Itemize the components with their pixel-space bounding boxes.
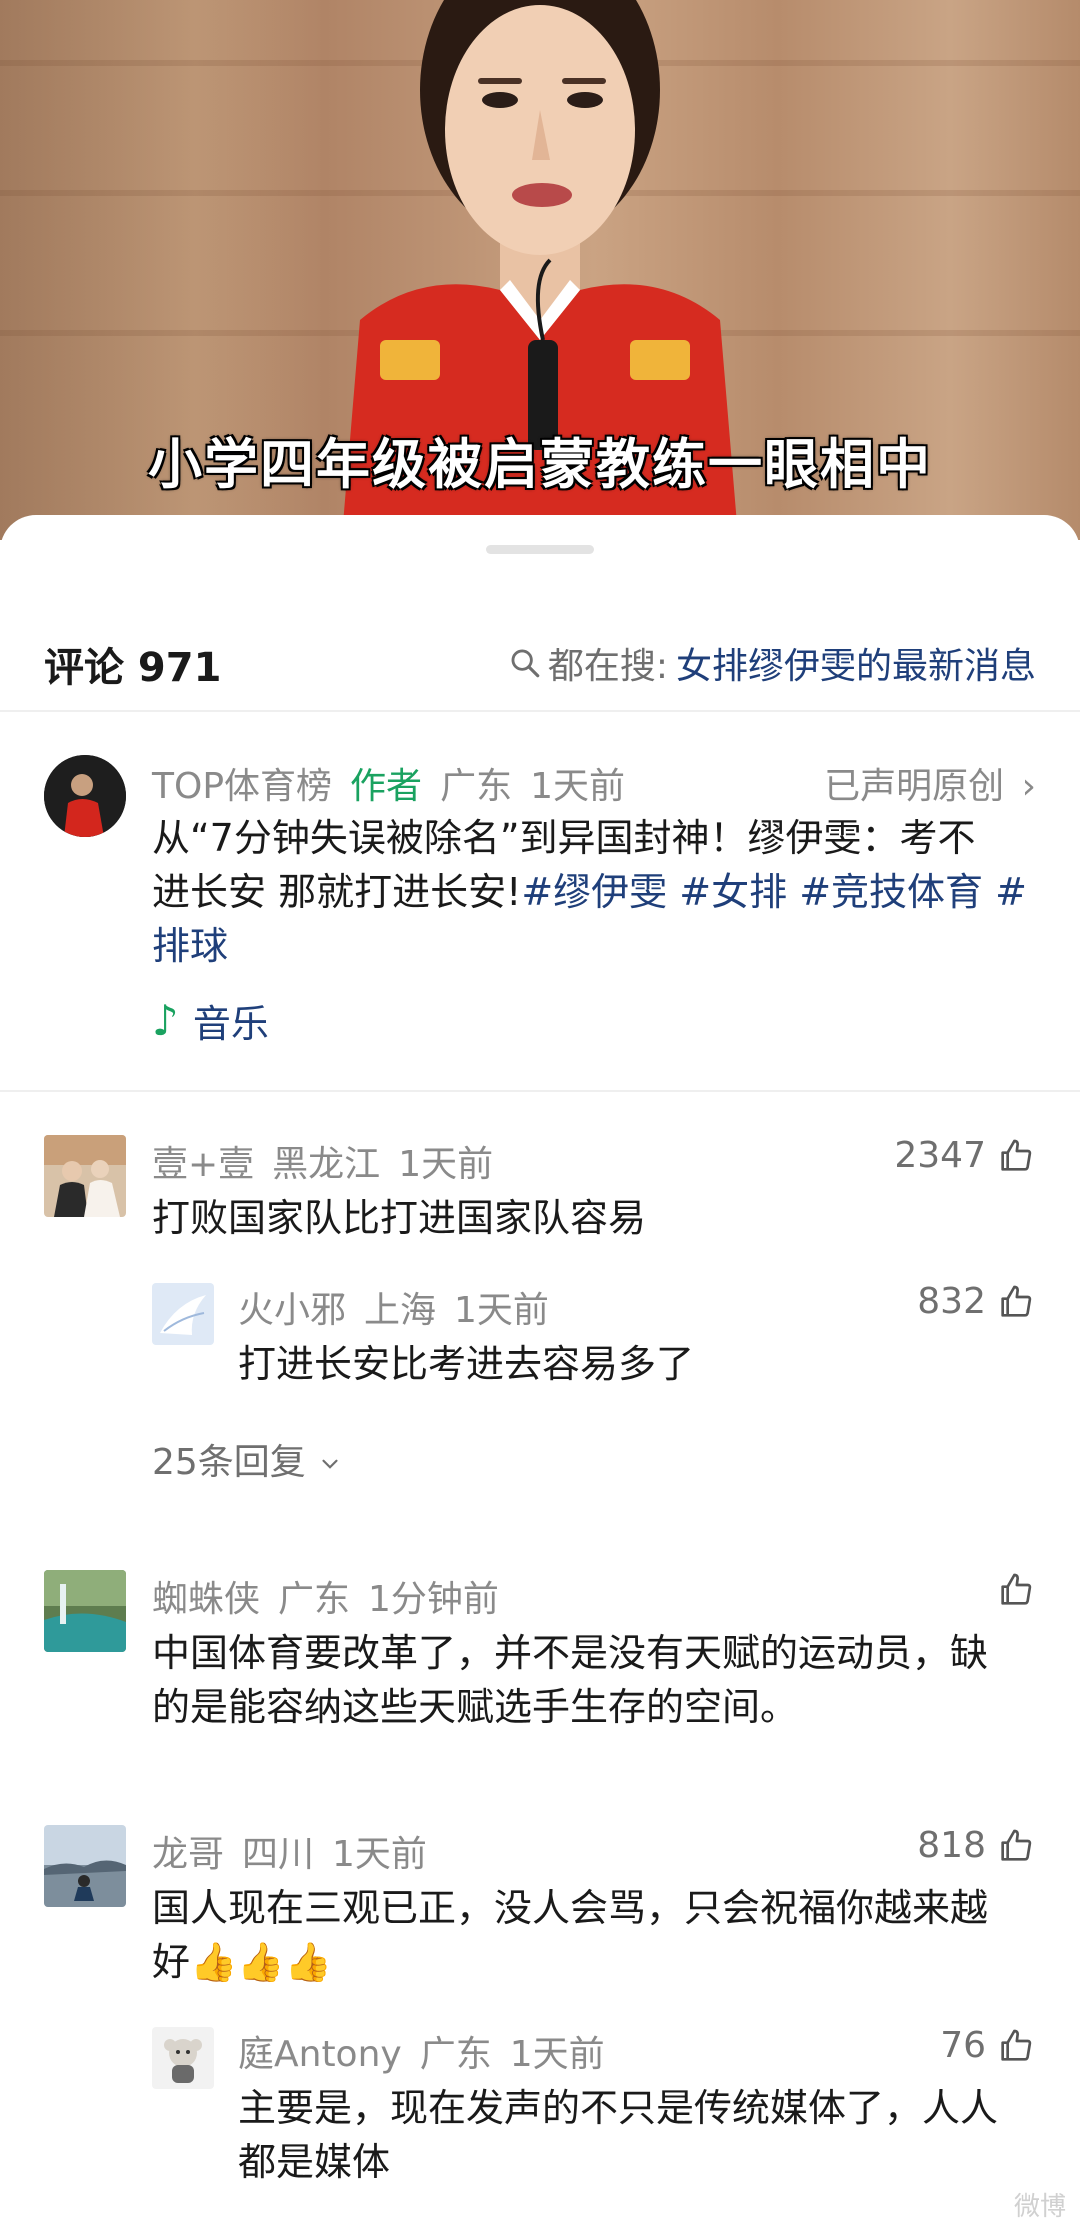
music-note-icon: ♪	[152, 996, 179, 1045]
comments-count-title: 评论 971	[44, 645, 222, 691]
thumbs-up-icon	[1001, 1829, 1032, 1861]
divider	[0, 1090, 1080, 1092]
like-button[interactable]: 832	[917, 1281, 1036, 1322]
comment-meta: 蜘蛛侠 广东 1分钟前	[152, 1570, 517, 1622]
avatar-image	[152, 2027, 214, 2089]
thumbs-up-icon	[1001, 1139, 1032, 1171]
more-replies-link[interactable]: 25条回复	[152, 1433, 343, 1485]
reply-location: 上海	[364, 1290, 437, 1331]
avatar-image	[44, 1135, 126, 1217]
comment-time: 1天前	[332, 1834, 427, 1875]
like-button[interactable]: 2347	[894, 1135, 1036, 1176]
post-text-fragment: 进长安 那就打进长安!	[152, 870, 522, 914]
reply-text: 打进长安比考进去容易多了	[238, 1342, 695, 1386]
like-count: 76	[940, 2025, 986, 2066]
commenter-avatar[interactable]	[44, 1825, 126, 1907]
reply-avatar[interactable]	[152, 2027, 214, 2089]
hashtag-link[interactable]: #	[995, 870, 1027, 914]
author-badge: 作者	[350, 766, 423, 807]
reply-time: 1天前	[509, 2034, 605, 2075]
video-player[interactable]: 小学四年级被启蒙教练一眼相中	[0, 0, 1080, 540]
reply-user-name[interactable]: 火小邪	[238, 1290, 346, 1331]
like-count: 2347	[894, 1135, 986, 1176]
chevron-right-icon: ›	[1021, 766, 1036, 807]
commenter-name[interactable]: 龙哥	[152, 1834, 224, 1875]
avatar-image	[44, 1825, 126, 1907]
thumbs-up-icon	[1001, 1285, 1032, 1317]
divider	[0, 710, 1080, 712]
video-subtitle: 小学四年级被启蒙教练一眼相中	[148, 433, 932, 496]
comment-text: 中国体育要改革了，并不是没有天赋的运动员，缺 的是能容纳这些天赋选手生存的空间。	[152, 1626, 1042, 1734]
post-text-line: 进长安 那就打进长安!#缪伊雯 #女排 #竞技体育 #	[152, 865, 1042, 919]
post-author-name[interactable]: TOP体育榜	[152, 766, 332, 807]
reply-text: 主要是，现在发声的不只是传统媒体了，人人 都是媒体	[238, 2081, 1038, 2189]
reply-time: 1天前	[454, 1290, 549, 1331]
hashtag-link[interactable]: #女排	[679, 870, 787, 914]
reply-text-line: 主要是，现在发声的不只是传统媒体了，人人	[238, 2086, 999, 2130]
comment-location: 黑龙江	[272, 1144, 381, 1185]
comment-location: 四川	[242, 1834, 315, 1875]
commenter-name[interactable]: 蜘蛛侠	[152, 1579, 260, 1620]
comment-text-line: 国人现在三观已正，没人会骂，只会祝福你越来越	[152, 1886, 989, 1930]
comment-time: 1天前	[398, 1144, 494, 1185]
reply-avatar[interactable]	[152, 1283, 214, 1345]
comment-text-line: 中国体育要改革了，并不是没有天赋的运动员，缺	[152, 1631, 989, 1675]
original-declaration-link[interactable]: 已声明原创 ›	[824, 757, 1036, 809]
reply-location: 广东	[419, 2034, 492, 2075]
author-avatar[interactable]	[44, 755, 126, 837]
commenter-name[interactable]: 壹+壹	[152, 1144, 254, 1185]
search-query: 女排缪伊雯的最新消息	[675, 646, 1036, 687]
watermark: 微博	[1013, 2192, 1066, 2222]
chevron-down-icon	[322, 1459, 338, 1469]
comment-meta: 龙哥 四川 1天前	[152, 1825, 445, 1877]
search-icon	[511, 649, 540, 678]
reply-meta: 庭Antony 广东 1天前	[238, 2025, 623, 2077]
trending-search-link[interactable]: 都在搜: 女排缪伊雯的最新消息	[508, 637, 1036, 689]
music-label: 音乐	[192, 1002, 269, 1046]
post-time: 1天前	[530, 766, 625, 807]
post-location: 广东	[440, 766, 513, 807]
reply-user-name[interactable]: 庭Antony	[238, 2034, 402, 2075]
commenter-avatar[interactable]	[44, 1135, 126, 1217]
drag-handle[interactable]	[486, 545, 594, 554]
comment-meta: 壹+壹 黑龙江 1天前	[152, 1135, 511, 1187]
like-button[interactable]: 818	[917, 1825, 1036, 1866]
like-count: 832	[917, 1281, 986, 1322]
avatar-image	[44, 755, 126, 837]
hashtag-link[interactable]: #缪伊雯	[521, 870, 667, 914]
comments-header: 评论 971 都在搜: 女排缪伊雯的最新消息	[0, 625, 1080, 705]
avatar-image	[152, 1283, 214, 1345]
post-text-line: 从“7分钟失误被除名”到异国封神！缪伊雯：考不	[152, 816, 976, 860]
post-text: 从“7分钟失误被除名”到异国封神！缪伊雯：考不 进长安 那就打进长安!#缪伊雯 …	[152, 811, 1042, 973]
comment-time: 1分钟前	[368, 1579, 499, 1620]
comment-text: 打败国家队比打进国家队容易	[152, 1196, 647, 1240]
hashtag-link[interactable]: #竞技体育	[799, 870, 983, 914]
like-count: 818	[917, 1825, 986, 1866]
like-button[interactable]	[986, 1570, 1036, 1610]
like-button[interactable]: 76	[940, 2025, 1036, 2066]
comment-text-line: 的是能容纳这些天赋选手生存的空间。	[152, 1685, 799, 1729]
thumbs-up-icon	[1001, 1573, 1032, 1605]
avatar-image	[44, 1570, 126, 1652]
reply-text-line: 都是媒体	[238, 2140, 391, 2184]
comment-text-line: 好👍👍👍	[152, 1940, 332, 1984]
comment-text: 国人现在三观已正，没人会骂，只会祝福你越来越 好👍👍👍	[152, 1881, 1042, 1989]
music-link[interactable]: ♪ 音乐	[152, 993, 269, 1048]
hashtag-link[interactable]: 排球	[152, 919, 1042, 973]
comment-location: 广东	[278, 1579, 351, 1620]
reply-meta: 火小邪 上海 1天前	[238, 1281, 567, 1333]
search-prefix: 都在搜:	[547, 646, 668, 687]
original-label: 已声明原创	[824, 766, 1005, 807]
post-meta: TOP体育榜 作者 广东 1天前	[152, 757, 643, 809]
more-replies-label: 25条回复	[152, 1442, 306, 1483]
comments-sheet: 评论 971 都在搜: 女排缪伊雯的最新消息 TOP体育榜 作者 广东 1天前 已声明…	[0, 515, 1080, 2229]
thumbs-up-icon	[1001, 2029, 1032, 2061]
commenter-avatar[interactable]	[44, 1570, 126, 1652]
